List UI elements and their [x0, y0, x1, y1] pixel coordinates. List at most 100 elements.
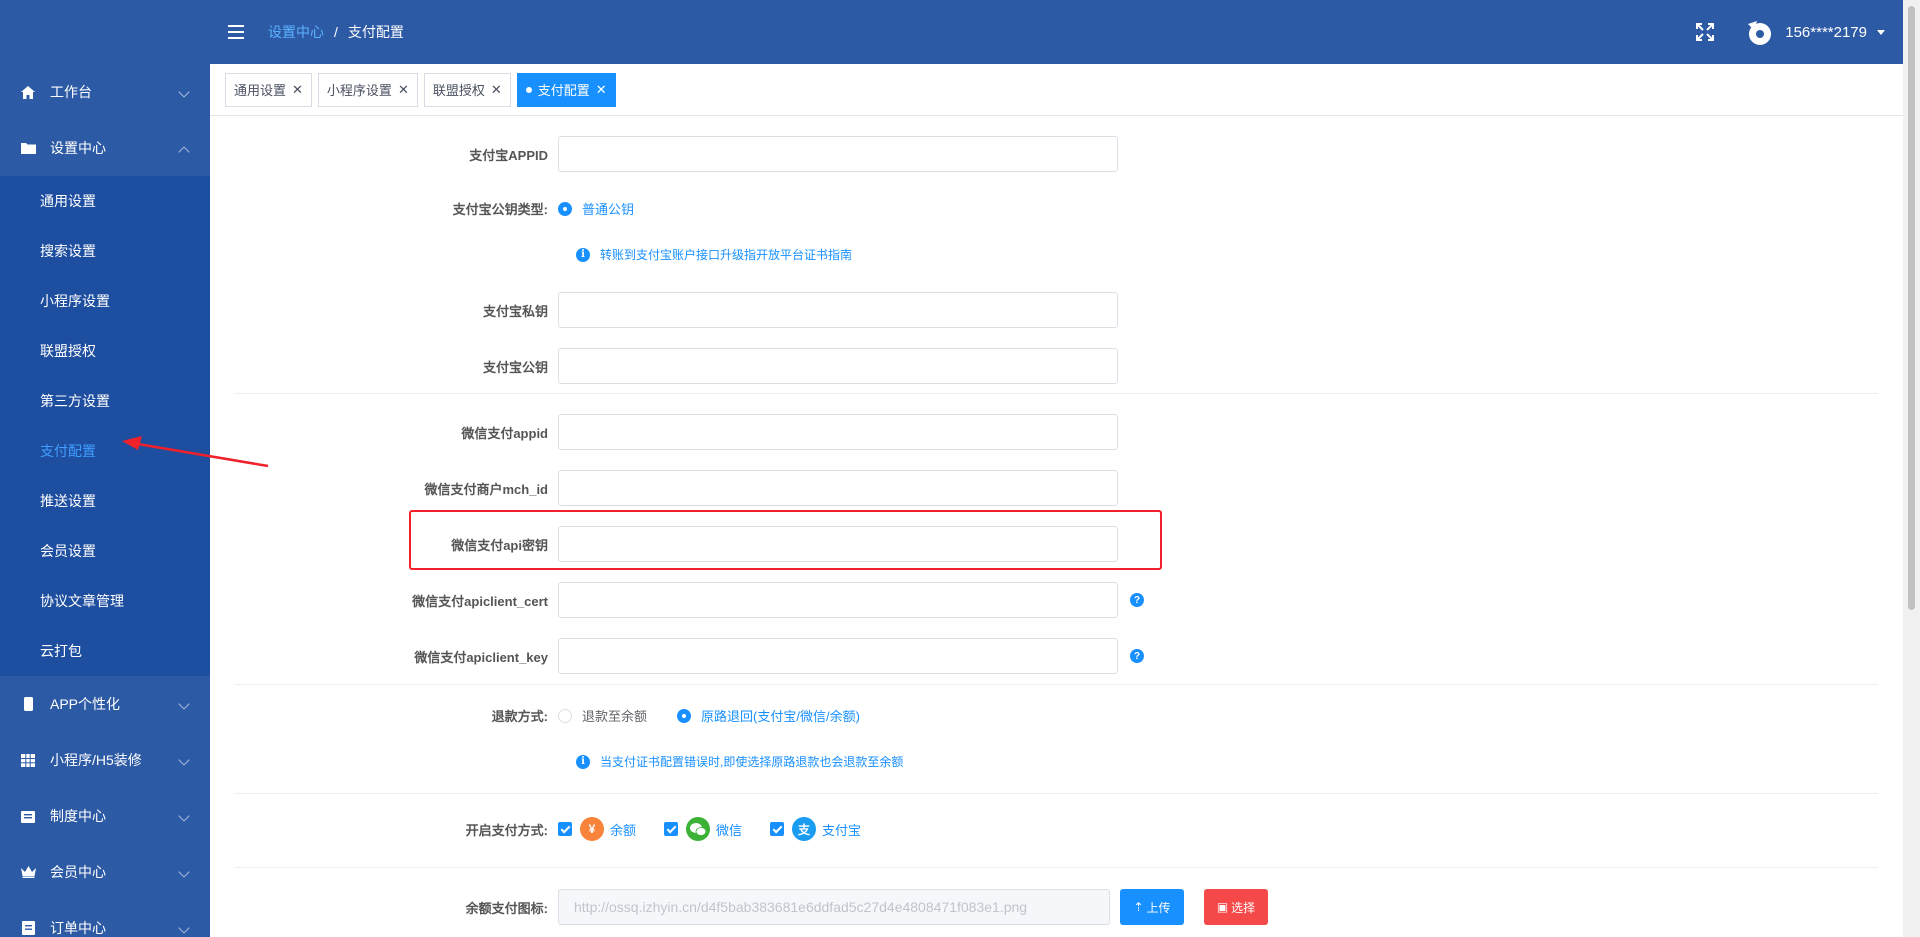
sidebar-item-system[interactable]: 制度中心 [0, 788, 210, 844]
scrollbar-thumb[interactable] [1908, 6, 1915, 610]
phone-icon [20, 696, 36, 712]
radio-label[interactable]: 普通公钥 [582, 199, 634, 218]
upload-icon: ⇡ [1133, 900, 1144, 914]
chevron-down-icon [178, 922, 190, 934]
radio-label[interactable]: 退款至余额 [582, 706, 647, 725]
sidebar-item-orders[interactable]: 订单中心 [0, 900, 210, 937]
tab-payment[interactable]: 支付配置 ✕ [516, 72, 616, 107]
sidebar-subitem-third-party[interactable]: 第三方设置 [0, 376, 210, 426]
tab-alliance[interactable]: 联盟授权 ✕ [423, 72, 511, 107]
sidebar-item-label: 小程序/H5装修 [50, 752, 142, 768]
sidebar-subitem-push[interactable]: 推送设置 [0, 476, 210, 526]
sidebar-subitem-general[interactable]: 通用设置 [0, 176, 210, 226]
crown-icon [20, 864, 36, 880]
wechat-appid-input[interactable] [558, 414, 1118, 450]
select-button-label: 选择 [1231, 900, 1256, 915]
caret-down-icon[interactable] [1877, 29, 1885, 35]
active-dot-icon [525, 86, 532, 93]
sidebar-subitem-cloud-pack[interactable]: 云打包 [0, 626, 210, 676]
alipay-private-key-input[interactable] [558, 292, 1118, 328]
sidebar-subitem-member[interactable]: 会员设置 [0, 526, 210, 576]
pay-option-wechat[interactable]: 微信 [664, 817, 742, 841]
help-icon[interactable]: ? [1130, 649, 1144, 663]
balance-icon-url-input[interactable]: http://ossq.izhyin.cn/d4f5bab383681e6ddf… [558, 889, 1110, 925]
section-divider [235, 393, 1878, 394]
tab-miniprogram[interactable]: 小程序设置 ✕ [317, 72, 418, 107]
highlight-annotation-box [409, 510, 1162, 570]
tab-label: 通用设置 [234, 83, 287, 98]
row-alipay-public-key: 支付宝公钥 [210, 348, 1118, 384]
sidebar-item-label: 工作台 [50, 84, 92, 100]
hint-text: 当支付证书配置错误时,即使选择原路退款也会退款至余额 [600, 755, 904, 769]
sidebar-logo-area [0, 0, 210, 64]
chevron-down-icon [178, 754, 190, 766]
fullscreen-icon[interactable] [1695, 22, 1715, 42]
row-balance-icon: 余额支付图标: http://ossq.izhyin.cn/d4f5bab383… [210, 889, 1268, 925]
breadcrumb-parent[interactable]: 设置中心 [268, 22, 324, 42]
row-alipay-appid: 支付宝APPID [210, 136, 1118, 172]
wechat-cert-input[interactable] [558, 582, 1118, 618]
row-alipay-private-key: 支付宝私钥 [210, 292, 1118, 328]
close-icon[interactable]: ✕ [491, 82, 502, 98]
alipay-appid-input[interactable] [558, 136, 1118, 172]
tabs-bar: 通用设置 ✕ 小程序设置 ✕ 联盟授权 ✕ 支付配置 ✕ [210, 64, 1903, 116]
refund-hint: i 当支付证书配置错误时,即使选择原路退款也会退款至余额 [576, 753, 903, 770]
alipay-hint: i 转账到支付宝账户接口升级指开放平台证书指南 [576, 246, 852, 263]
user-name[interactable]: 156****2179 [1785, 24, 1867, 41]
folder-icon [20, 140, 36, 156]
page-scrollbar[interactable] [1903, 0, 1920, 937]
upload-button[interactable]: ⇡ 上传 [1120, 889, 1184, 925]
wechat-mch-id-input[interactable] [558, 470, 1118, 506]
field-label: 微信支付appid [461, 425, 548, 441]
radio-normal-key[interactable] [558, 201, 572, 216]
close-icon[interactable]: ✕ [292, 82, 303, 98]
help-icon[interactable]: ? [1130, 593, 1144, 607]
sidebar-subitem-miniprogram[interactable]: 小程序设置 [0, 276, 210, 326]
hint-text[interactable]: 转账到支付宝账户接口升级指开放平台证书指南 [600, 246, 852, 263]
sidebar-item-label: 制度中心 [50, 808, 106, 824]
close-icon[interactable]: ✕ [398, 82, 409, 98]
pay-option-alipay[interactable]: 支 支付宝 [770, 817, 861, 841]
sidebar-item-app[interactable]: APP个性化 [0, 676, 210, 732]
field-label: 微信支付商户mch_id [424, 481, 548, 497]
chevron-down-icon [178, 810, 190, 822]
info-icon: i [576, 247, 590, 262]
alipay-key-type-radio-group: 普通公钥 [558, 199, 664, 218]
field-label: 支付宝公钥 [482, 359, 548, 375]
alipay-public-key-input[interactable] [558, 348, 1118, 384]
sidebar-subitem-alliance[interactable]: 联盟授权 [0, 326, 210, 376]
radio-refund-balance[interactable] [558, 708, 572, 723]
checkbox-alipay[interactable] [770, 822, 785, 836]
radio-refund-original[interactable] [677, 708, 692, 723]
avatar[interactable] [1745, 18, 1773, 46]
select-button[interactable]: ▣ 选择 [1204, 889, 1268, 925]
checkbox-balance[interactable] [558, 822, 572, 836]
settings-submenu: 通用设置 搜索设置 小程序设置 联盟授权 第三方设置 支付配置 推送设置 会员设… [0, 176, 210, 676]
close-icon[interactable]: ✕ [596, 82, 607, 98]
sidebar-item-settings[interactable]: 设置中心 [0, 120, 210, 176]
sidebar-item-workbench[interactable]: 工作台 [0, 64, 210, 120]
pay-option-balance[interactable]: ¥ 余额 [558, 817, 636, 841]
sidebar-item-label: 设置中心 [50, 140, 106, 156]
checkbox-wechat[interactable] [664, 822, 679, 836]
sidebar-subitem-payment[interactable]: 支付配置 [0, 426, 210, 476]
chevron-down-icon [178, 866, 190, 878]
field-label: 退款方式: [491, 709, 548, 724]
order-icon [20, 920, 36, 936]
section-divider [235, 793, 1878, 794]
sidebar-subitem-search[interactable]: 搜索设置 [0, 226, 210, 276]
menu-toggle-icon[interactable] [228, 25, 244, 39]
sidebar-item-label: 订单中心 [50, 920, 106, 936]
pay-label: 余额 [610, 822, 637, 838]
breadcrumb-current: 支付配置 [347, 24, 404, 40]
chevron-down-icon [178, 86, 190, 98]
sidebar-subitem-agreement[interactable]: 协议文章管理 [0, 576, 210, 626]
radio-label[interactable]: 原路退回(支付宝/微信/余额) [701, 706, 860, 725]
sidebar-item-member-center[interactable]: 会员中心 [0, 844, 210, 900]
section-divider [235, 867, 1878, 868]
sidebar: 工作台 设置中心 通用设置 搜索设置 小程序设置 联盟授权 第三方设置 支付配置… [0, 0, 210, 937]
tab-label: 小程序设置 [326, 83, 392, 98]
wechat-key-input[interactable] [558, 638, 1118, 674]
sidebar-item-miniprogram-h5[interactable]: 小程序/H5装修 [0, 732, 210, 788]
tab-general[interactable]: 通用设置 ✕ [225, 72, 312, 107]
